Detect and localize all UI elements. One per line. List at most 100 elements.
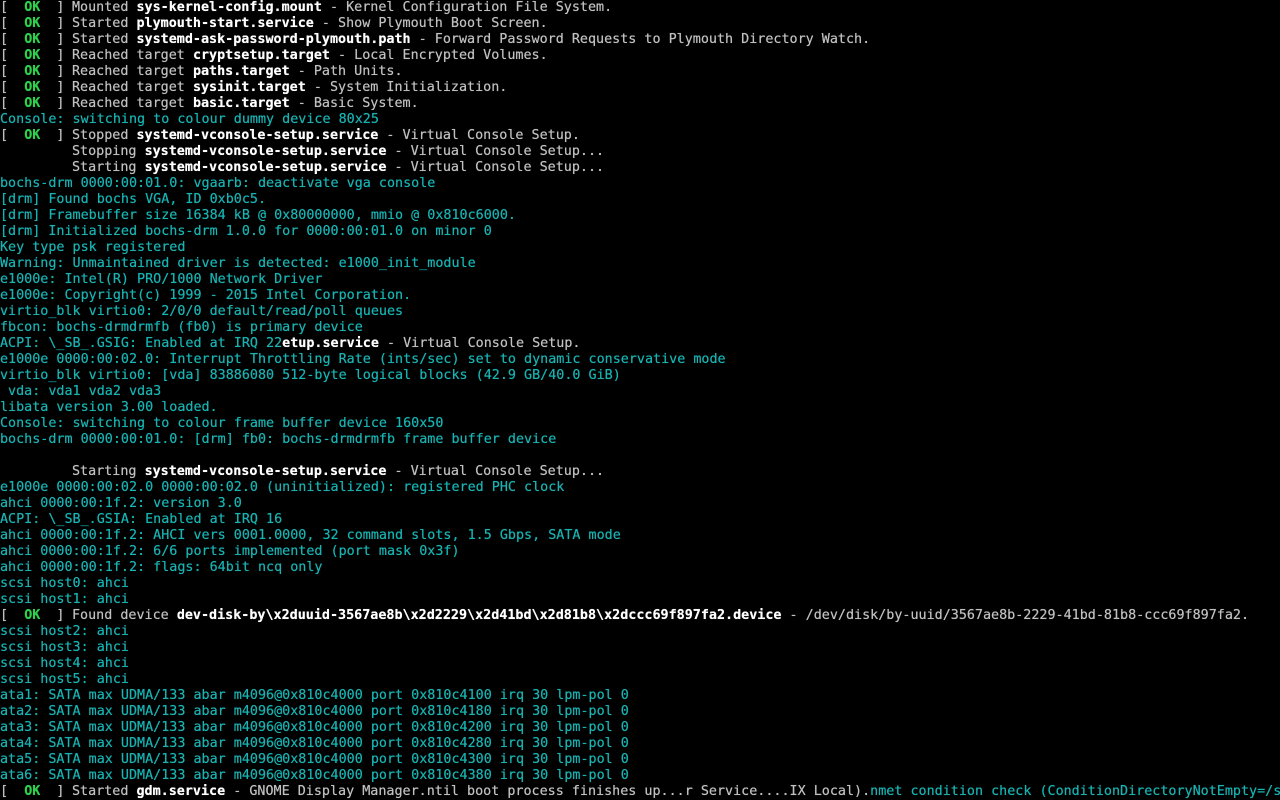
systemd-unit-description: - GNOME Display Manager.ntil boot proces… — [225, 784, 871, 799]
status-bracket-close: ] — [40, 96, 73, 111]
kernel-message: scsi host2: ahci — [0, 624, 129, 639]
kernel-message: ata4: SATA max UDMA/133 abar m4096@0x810… — [0, 736, 629, 751]
status-bracket-close: ] — [40, 0, 73, 15]
systemd-unit-name: cryptsetup.target — [192, 48, 330, 63]
kernel-message: ata6: SATA max UDMA/133 abar m4096@0x810… — [0, 768, 629, 783]
kernel-message: bochs-drm 0000:00:01.0: vgaarb: deactiva… — [0, 176, 436, 191]
kernel-message: e1000e 0000:00:02.0 0000:00:02.0 (uninit… — [0, 480, 565, 495]
kernel-message: vda: vda1 vda2 vda3 — [0, 384, 162, 399]
status-column: [ OK ] — [0, 16, 72, 32]
systemd-verb: Starting — [72, 160, 145, 175]
console-line: ata3: SATA max UDMA/133 abar m4096@0x810… — [0, 720, 1280, 736]
console-line: scsi host1: ahci — [0, 592, 1280, 608]
kernel-message: virtio_blk virtio0: [vda] 83886080 512-b… — [0, 368, 621, 383]
systemd-verb: Found device — [72, 608, 177, 623]
status-column: [ OK ] — [0, 608, 72, 624]
console-line: [ OK ] Reached target paths.target - Pat… — [0, 64, 1280, 80]
systemd-unit-name: plymouth-start.service — [136, 16, 314, 31]
systemd-verb: Reached target — [72, 80, 193, 95]
kernel-message: ahci 0000:00:1f.2: 6/6 ports implemented… — [0, 544, 460, 559]
console-line: Console: switching to colour dummy devic… — [0, 112, 1280, 128]
status-bracket-open: [ — [0, 48, 25, 63]
status-column: [ OK ] — [0, 96, 72, 112]
status-column: [ OK ] — [0, 0, 72, 16]
console-line: ahci 0000:00:1f.2: version 3.0 — [0, 496, 1280, 512]
console-line: ata5: SATA max UDMA/133 abar m4096@0x810… — [0, 752, 1280, 768]
systemd-unit-name: paths.target — [192, 64, 290, 79]
systemd-unit-description: - Forward Password Requests to Plymouth … — [410, 32, 871, 47]
console-line: bochs-drm 0000:00:01.0: vgaarb: deactiva… — [0, 176, 1280, 192]
systemd-unit-description: - Virtual Console Setup... — [386, 464, 605, 479]
console-line: ACPI: \_SB_.GSIA: Enabled at IRQ 16 — [0, 512, 1280, 528]
kernel-message: libata version 3.00 loaded. — [0, 400, 218, 415]
console-line: ata1: SATA max UDMA/133 abar m4096@0x810… — [0, 688, 1280, 704]
status-column: [ OK ] — [0, 64, 72, 80]
console-line: ahci 0000:00:1f.2: AHCI vers 0001.0000, … — [0, 528, 1280, 544]
status-column: [ OK ] — [0, 32, 72, 48]
console-line: fbcon: bochs-drmdrmfb (fb0) is primary d… — [0, 320, 1280, 336]
status-column: [ OK ] — [0, 80, 72, 96]
console-line: ACPI: \_SB_.GSIG: Enabled at IRQ 22etup.… — [0, 336, 1280, 352]
kernel-message: ata5: SATA max UDMA/133 abar m4096@0x810… — [0, 752, 629, 767]
systemd-unit-fragment: etup.service — [282, 336, 379, 351]
status-bracket-close: ] — [40, 48, 73, 63]
systemd-verb: Starting — [72, 464, 145, 479]
status-column: [ OK ] — [0, 128, 72, 144]
status-ok-badge: OK — [24, 16, 41, 31]
systemd-verb: Reached target — [72, 96, 193, 111]
status-bracket-open: [ — [0, 128, 25, 143]
status-ok-badge: OK — [24, 608, 41, 623]
systemd-unit-name: dev-disk-by\x2duuid-3567ae8b\x2d2229\x2d… — [176, 608, 782, 623]
systemd-unit-name: systemd-vconsole-setup.service — [144, 464, 387, 479]
kernel-message: ahci 0000:00:1f.2: version 3.0 — [0, 496, 242, 511]
status-bracket-open: [ — [0, 80, 25, 95]
console-line: Warning: Unmaintained driver is detected… — [0, 256, 1280, 272]
systemd-unit-description: - System Initialization. — [305, 80, 508, 95]
status-ok-badge: OK — [24, 784, 41, 799]
console-line: Starting systemd-vconsole-setup.service … — [0, 464, 1280, 480]
systemd-unit-description: - Virtual Console Setup... — [386, 160, 605, 175]
kernel-message: scsi host4: ahci — [0, 656, 129, 671]
systemd-unit-description: - Basic System. — [289, 96, 419, 111]
console-line: [ OK ] Reached target basic.target - Bas… — [0, 96, 1280, 112]
console-line: [ OK ] Started plymouth-start.service - … — [0, 16, 1280, 32]
systemd-unit-name: sysinit.target — [192, 80, 306, 95]
kernel-message: e1000e: Intel(R) PRO/1000 Network Driver — [0, 272, 323, 287]
status-bracket-open: [ — [0, 784, 25, 799]
kernel-message: ahci 0000:00:1f.2: AHCI vers 0001.0000, … — [0, 528, 621, 543]
console-line: Starting systemd-vconsole-setup.service … — [0, 160, 1280, 176]
kernel-message: Console: switching to colour dummy devic… — [0, 112, 379, 127]
kernel-message: ACPI: \_SB_.GSIG: Enabled at IRQ 22 — [0, 336, 283, 351]
status-ok-badge: OK — [24, 48, 41, 63]
status-ok-badge: OK — [24, 128, 41, 143]
kernel-message: [drm] Found bochs VGA, ID 0xb0c5. — [0, 192, 267, 207]
console-line: [ OK ] Reached target cryptsetup.target … — [0, 48, 1280, 64]
console-line: scsi host4: ahci — [0, 656, 1280, 672]
kernel-message: virtio_blk virtio0: 2/0/0 default/read/p… — [0, 304, 404, 319]
systemd-unit-name: systemd-ask-password-plymouth.path — [136, 32, 411, 47]
systemd-verb: Started — [72, 16, 137, 31]
overlapping-log-text: nmet condition check (ConditionDirectory… — [870, 784, 1280, 799]
kernel-message: scsi host1: ahci — [0, 592, 129, 607]
kernel-message: scsi host0: ahci — [0, 576, 129, 591]
status-bracket-close: ] — [40, 32, 73, 47]
systemd-unit-description: - Virtual Console Setup. — [378, 128, 580, 143]
status-bracket-open: [ — [0, 0, 25, 15]
boot-console: [ OK ] Mounted sys-kernel-config.mount -… — [0, 0, 1280, 800]
status-ok-badge: OK — [24, 0, 41, 15]
console-line: [ OK ] Mounted sys-kernel-config.mount -… — [0, 0, 1280, 16]
kernel-message: e1000e 0000:00:02.0: Interrupt Throttlin… — [0, 352, 726, 367]
systemd-unit-name: systemd-vconsole-setup.service — [144, 160, 387, 175]
console-line: Console: switching to colour frame buffe… — [0, 416, 1280, 432]
kernel-message: scsi host3: ahci — [0, 640, 129, 655]
console-line: [drm] Found bochs VGA, ID 0xb0c5. — [0, 192, 1280, 208]
systemd-unit-description: - Show Plymouth Boot Screen. — [313, 16, 548, 31]
status-bracket-open: [ — [0, 96, 25, 111]
status-bracket-open: [ — [0, 608, 25, 623]
console-line: e1000e: Intel(R) PRO/1000 Network Driver — [0, 272, 1280, 288]
status-ok-badge: OK — [24, 80, 41, 95]
console-line: e1000e 0000:00:02.0: Interrupt Throttlin… — [0, 352, 1280, 368]
status-bracket-close: ] — [40, 128, 73, 143]
console-line: libata version 3.00 loaded. — [0, 400, 1280, 416]
